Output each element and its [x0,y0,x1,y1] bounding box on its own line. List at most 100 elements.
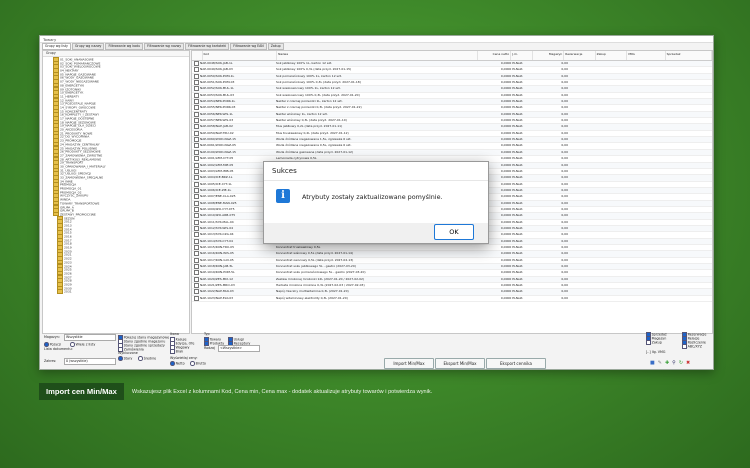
row-checkbox[interactable] [192,187,200,193]
checkbox-icon [194,213,199,219]
table-cell [568,226,598,231]
tab-item[interactable]: Grupy wg listy [42,43,71,50]
row-checkbox[interactable] [192,105,200,111]
table-cell: 0,0000 PLN [500,194,518,199]
ww-netto[interactable]: Netto [170,361,185,366]
checkbox-icon [194,238,199,244]
row-checkbox[interactable] [192,200,200,206]
table-cell [598,258,628,263]
row-checkbox[interactable] [192,295,200,301]
radio-stary[interactable]: Stary [118,356,132,361]
magazyn-select[interactable]: Wszystkie [64,334,116,341]
tree-item[interactable]: 2031 [43,289,189,294]
ok-button[interactable]: OK [434,224,474,240]
checkbox-icon [194,111,199,117]
row-checkbox[interactable] [192,149,200,155]
tab-item[interactable]: Filtrowanie wg kodu [105,43,144,50]
row-checkbox[interactable] [192,162,200,168]
row-checkbox[interactable] [192,99,200,105]
row-checkbox[interactable] [192,118,200,124]
tab-item[interactable]: Zakup [267,43,284,50]
table-cell [568,124,598,129]
column-header[interactable]: Zakup [596,51,627,60]
row-checkbox[interactable] [192,251,200,257]
row-checkbox[interactable] [192,232,200,238]
import-minmax-button[interactable]: Import Min/Max [384,358,434,369]
table-cell [628,124,666,129]
column-header[interactable] [192,51,203,60]
column-header[interactable]: Nazwa [277,51,479,60]
table-cell [628,226,666,231]
radio-sredni[interactable]: Średnie [138,356,156,361]
search-icon[interactable]: ⚲ [672,360,676,366]
row-checkbox[interactable] [192,67,200,73]
radio-wiele[interactable]: Wiele z listy [70,342,95,347]
table-cell: Nektar wiśniowy 0,3L (data przyd. 2027-0… [276,118,347,123]
delete-icon[interactable]: ✖ [686,360,690,366]
row-checkbox[interactable] [192,73,200,79]
table-cell [666,277,712,282]
radio-icon [138,356,143,361]
table-cell: 0,0000 PLN [500,61,518,65]
export-pricelist-button[interactable]: Eksport cennika [486,358,546,369]
checkbox-icon [194,99,199,105]
row-checkbox[interactable] [192,264,200,269]
rodzaj-select[interactable]: <Wszystkie> [218,345,260,352]
ikona-brak[interactable]: Brak [170,349,183,354]
row-checkbox[interactable] [192,86,200,92]
checkbox-icon [194,137,199,143]
row-checkbox[interactable] [192,225,200,231]
table-cell [598,283,628,288]
column-header[interactable]: Rezerwacje [564,51,596,60]
row-checkbox[interactable] [192,283,200,289]
row-checkbox[interactable] [192,206,200,212]
right-zakup[interactable]: Zakup [646,340,662,345]
row-checkbox[interactable] [192,276,200,282]
tab-item[interactable]: Filtrowanie wg kartoteki [185,43,230,50]
row-checkbox[interactable] [192,175,200,181]
radio-pozycji[interactable]: Pozycji [44,342,61,347]
row-checkbox[interactable] [192,168,200,174]
row-checkbox[interactable] [192,244,200,250]
tab-item[interactable]: Filtrowanie wg nazwy [144,43,185,50]
row-checkbox[interactable] [192,194,200,200]
table-cell [598,61,628,66]
add-icon[interactable]: ✚ [665,360,669,366]
row-checkbox[interactable] [192,92,200,98]
tab-item[interactable]: Grupy wg nazwy [71,43,105,50]
right-abc[interactable]: ABC/XYZ [682,344,702,349]
table-cell [666,74,712,79]
tab-item[interactable]: Filtrowanie wg EAN [230,43,267,50]
row-checkbox[interactable] [192,270,200,276]
row-checkbox[interactable] [192,130,200,136]
ww-brutto[interactable]: Brutto [190,361,206,366]
refresh-icon[interactable]: ↻ [679,360,683,366]
table-cell [598,150,628,155]
column-header[interactable]: VMG [627,51,666,60]
column-header[interactable]: Kod [203,51,278,60]
row-checkbox[interactable] [192,61,200,66]
row-checkbox[interactable] [192,156,200,162]
column-header[interactable]: J.m. [511,51,534,60]
row-checkbox[interactable] [192,181,200,187]
save-icon[interactable]: ■ [650,360,655,366]
table-cell: 0,00 [561,225,568,230]
row-checkbox[interactable] [192,213,200,219]
row-checkbox[interactable] [192,219,200,225]
row-checkbox[interactable] [192,137,200,143]
row-checkbox[interactable] [192,111,200,117]
row-checkbox[interactable] [192,257,200,263]
column-header[interactable]: Magazyn [533,51,565,60]
row-checkbox[interactable] [192,289,200,295]
zakres-select[interactable]: 0 (wszystkie) [64,358,116,365]
row-checkbox[interactable] [192,143,200,149]
column-header[interactable]: Sprzedaż [666,51,712,60]
edit-icon[interactable]: ✎ [658,360,662,366]
export-minmax-button[interactable]: Eksport Min/Max [435,358,485,369]
table-row[interactable]: NAP-1023/NAP-ELK-03 Napój witaminowy elek… [192,295,712,303]
row-checkbox[interactable] [192,124,200,130]
row-checkbox[interactable] [192,80,200,86]
row-checkbox[interactable] [192,238,200,244]
column-header[interactable]: Cena netto [478,51,512,60]
group-tree[interactable]: Grupy 01_SOKI_ANANASOWE 02_SOKI_POMARANCZ… [42,50,190,334]
